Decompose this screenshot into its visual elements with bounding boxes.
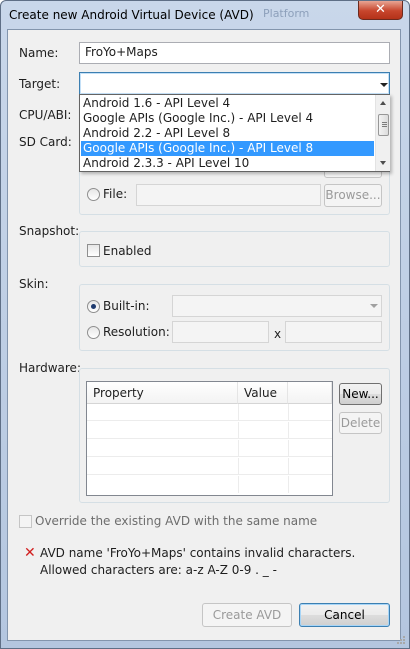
browse-button[interactable]: Browse...	[324, 184, 382, 207]
sd-file-radio[interactable]	[87, 188, 100, 201]
hardware-label: Hardware:	[19, 361, 81, 375]
name-input[interactable]: FroYo+Maps	[79, 42, 390, 64]
sd-card-label: SD Card:	[19, 135, 72, 149]
override-checkbox[interactable]	[19, 515, 32, 528]
skin-resolution-radio[interactable]	[87, 326, 100, 339]
skin-builtin-label: Built-in:	[103, 299, 150, 313]
column-header-property[interactable]: Property	[87, 382, 238, 404]
target-option-android-1-6[interactable]: Android 1.6 - API Level 4	[81, 96, 374, 111]
arrow-up-icon	[380, 101, 386, 105]
error-message-line2: Allowed characters are: a-z A-Z 0-9 . _ …	[40, 563, 277, 577]
name-label: Name:	[19, 46, 59, 60]
skin-resolution-label: Resolution:	[103, 325, 170, 339]
target-select[interactable]	[79, 72, 390, 95]
scroll-up-button[interactable]	[377, 96, 390, 111]
sd-file-label: File:	[103, 187, 128, 201]
chevron-down-icon[interactable]	[380, 83, 388, 87]
table-row	[87, 404, 332, 421]
sd-file-input[interactable]	[136, 184, 321, 206]
target-option-google-apis-4[interactable]: Google APIs (Google Inc.) - API Level 4	[81, 111, 374, 126]
error-message-line1: AVD name 'FroYo+Maps' contains invalid c…	[40, 546, 356, 560]
chevron-down-icon	[370, 304, 378, 308]
snapshot-enabled-label: Enabled	[103, 244, 152, 258]
target-option-google-apis-8[interactable]: Google APIs (Google Inc.) - API Level 8	[81, 141, 374, 156]
snapshot-label: Snapshot:	[19, 224, 80, 238]
title-bar[interactable]: Create new Android Virtual Device (AVD) …	[1, 1, 409, 29]
create-avd-button[interactable]: Create AVD	[202, 603, 292, 627]
hardware-table[interactable]: Property Value	[86, 381, 333, 496]
target-option-android-2-2[interactable]: Android 2.2 - API Level 8	[81, 126, 374, 141]
target-label: Target:	[19, 77, 61, 91]
snapshot-enabled-checkbox[interactable]	[87, 244, 100, 257]
table-row	[87, 458, 332, 475]
column-header-value[interactable]: Value	[238, 382, 288, 404]
resolution-height-input[interactable]	[285, 321, 382, 343]
dropdown-scrollbar[interactable]	[375, 95, 390, 171]
resolution-width-input[interactable]	[172, 321, 269, 343]
close-icon: ✕	[375, 2, 386, 17]
table-row	[87, 476, 332, 493]
skin-label: Skin:	[19, 277, 49, 291]
target-dropdown-list: Android 1.6 - API Level 4 Google APIs (G…	[79, 94, 390, 172]
scroll-down-button[interactable]	[377, 155, 390, 170]
target-option-android-2-3-3[interactable]: Android 2.3.3 - API Level 10	[81, 156, 374, 171]
override-label: Override the existing AVD with the same …	[35, 514, 318, 528]
error-icon: ✕	[24, 545, 36, 561]
skin-builtin-radio[interactable]	[87, 300, 100, 313]
background-window-title: Platform	[263, 7, 310, 20]
arrow-down-icon	[380, 161, 386, 165]
close-button[interactable]: ✕	[358, 1, 403, 20]
window-title: Create new Android Virtual Device (AVD)	[9, 8, 254, 22]
new-property-button[interactable]: New...	[339, 383, 382, 405]
resize-grip[interactable]	[396, 635, 406, 645]
skin-builtin-select[interactable]	[172, 295, 382, 317]
table-row	[87, 422, 332, 439]
cpu-abi-label: CPU/ABI:	[19, 108, 72, 122]
cancel-button[interactable]: Cancel	[299, 603, 390, 627]
delete-property-button[interactable]: Delete	[339, 412, 382, 434]
resolution-x-separator: x	[274, 327, 282, 341]
table-row	[87, 440, 332, 457]
column-header-filler	[288, 382, 332, 404]
scrollbar-thumb[interactable]	[378, 114, 389, 136]
